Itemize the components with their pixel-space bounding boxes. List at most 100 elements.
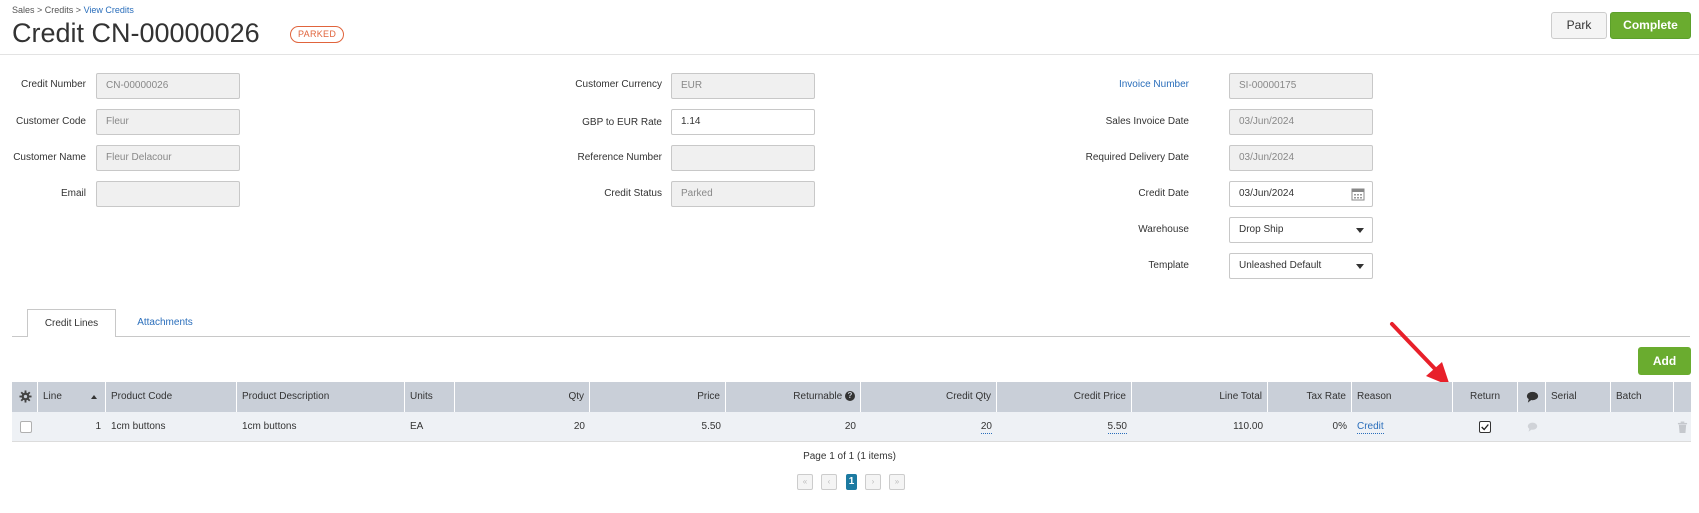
column-credit-price[interactable]: Credit Price [997,382,1132,412]
cell-reason[interactable]: Credit [1352,412,1453,442]
sort-asc-icon [91,395,97,399]
trash-icon[interactable] [1677,421,1688,434]
column-product-code[interactable]: Product Code [106,382,237,412]
reason-editable[interactable]: Credit [1357,421,1384,434]
column-line-total[interactable]: Line Total [1132,382,1268,412]
warehouse-select[interactable]: Drop Ship [1229,217,1373,243]
customer-code-label: Customer Code [15,116,86,127]
column-batch[interactable]: Batch [1611,382,1674,412]
breadcrumb-view-credits[interactable]: View Credits [84,5,134,15]
customer-name-label: Customer Name [13,152,86,163]
red-arrow-annotation [1390,322,1450,386]
exchange-rate-label: GBP to EUR Rate [582,117,662,128]
warehouse-value: Drop Ship [1239,224,1284,235]
cell-credit-price[interactable]: 5.50 [997,412,1132,442]
calendar-icon[interactable] [1351,187,1365,201]
customer-currency-field: EUR [671,73,815,99]
email-field [96,181,240,207]
column-actions [1674,382,1691,412]
credit-date-value: 03/Jun/2024 [1239,188,1295,199]
pager-first-button[interactable]: « [797,474,813,490]
pager-next-button[interactable]: › [865,474,881,490]
cell-line-total: 110.00 [1233,421,1263,432]
tab-attachments[interactable]: Attachments [117,309,213,337]
cell-serial [1546,412,1611,442]
column-comments[interactable] [1518,382,1546,412]
column-credit-qty[interactable]: Credit Qty [861,382,997,412]
cell-qty: 20 [573,421,585,432]
reference-number-field [671,145,815,171]
help-icon[interactable]: ? [845,391,855,402]
customer-code-field: Fleur [96,109,240,135]
return-checkbox[interactable] [1479,421,1491,433]
column-serial[interactable]: Serial [1546,382,1611,412]
cell-line: 1 [95,421,101,432]
column-returnable[interactable]: Returnable ? [726,382,861,412]
page-title: Credit CN-00000026 [12,18,260,48]
cell-returnable: 20 [844,421,856,432]
sales-invoice-date-field: 03/Jun/2024 [1229,109,1373,135]
customer-name-field: Fleur Delacour [96,145,240,171]
template-select[interactable]: Unleashed Default [1229,253,1373,279]
chevron-down-icon [1356,264,1364,269]
tab-credit-lines[interactable]: Credit Lines [27,309,116,337]
cell-units: EA [410,421,424,432]
column-line[interactable]: Line [38,382,106,412]
warehouse-label: Warehouse [1138,224,1189,235]
cell-return [1453,412,1518,442]
customer-currency-label: Customer Currency [575,79,662,90]
email-label: Email [60,188,86,199]
breadcrumb: Sales > Credits > View Credits [12,5,134,15]
column-units[interactable]: Units [405,382,455,412]
comment-icon[interactable] [1527,422,1538,432]
column-product-description[interactable]: Product Description [237,382,405,412]
required-delivery-date-field: 03/Jun/2024 [1229,145,1373,171]
cell-credit-qty[interactable]: 20 [861,412,997,442]
template-label: Template [1148,260,1189,271]
invoice-number-link[interactable]: Invoice Number [1119,79,1189,90]
cell-product-description: 1cm buttons [242,421,297,432]
header-divider [0,54,1699,55]
park-button[interactable]: Park [1551,12,1607,39]
chevron-down-icon [1356,228,1364,233]
column-reason[interactable]: Reason [1352,382,1453,412]
column-tax-rate[interactable]: Tax Rate [1268,382,1352,412]
cell-batch [1611,412,1674,442]
column-return[interactable]: Return [1453,382,1518,412]
pager-last-button[interactable]: » [889,474,905,490]
column-settings[interactable] [12,382,38,412]
credit-number-label: Credit Number [20,79,86,90]
cell-price: 5.50 [701,421,721,432]
credit-price-editable[interactable]: 5.50 [1107,421,1127,434]
row-select-checkbox[interactable] [20,421,32,433]
template-value: Unleashed Default [1239,260,1322,271]
credit-status-label: Credit Status [604,188,662,199]
credit-date-input[interactable]: 03/Jun/2024 [1229,181,1373,207]
reference-number-label: Reference Number [577,152,662,163]
cell-delete[interactable] [1674,412,1691,442]
invoice-number-field: SI-00000175 [1229,73,1373,99]
column-qty[interactable]: Qty [455,382,590,412]
gear-icon[interactable] [19,390,32,403]
complete-button[interactable]: Complete [1610,12,1691,39]
table-header: Line Product Code Product Description Un… [12,382,1691,412]
cell-product-code: 1cm buttons [111,421,166,432]
credit-date-label: Credit Date [1138,188,1189,199]
credit-qty-editable[interactable]: 20 [980,421,992,434]
comment-icon [1526,391,1539,403]
cell-comment[interactable] [1518,412,1546,442]
pager-page-1[interactable]: 1 [846,474,857,490]
breadcrumb-sales[interactable]: Sales [12,5,35,15]
cell-tax-rate: 0% [1332,421,1347,432]
table-row: 1 1cm buttons 1cm buttons EA 20 5.50 20 … [12,412,1691,442]
pager-prev-button[interactable]: ‹ [821,474,837,490]
pager-summary: Page 1 of 1 (1 items) [803,451,896,462]
status-badge: PARKED [290,26,345,43]
column-price[interactable]: Price [590,382,726,412]
exchange-rate-input[interactable]: 1.14 [671,109,815,135]
add-line-button[interactable]: Add [1638,347,1691,375]
sales-invoice-date-label: Sales Invoice Date [1105,116,1189,127]
breadcrumb-credits[interactable]: Credits [45,5,74,15]
credit-number-field: CN-00000026 [96,73,240,99]
credit-status-field: Parked [671,181,815,207]
